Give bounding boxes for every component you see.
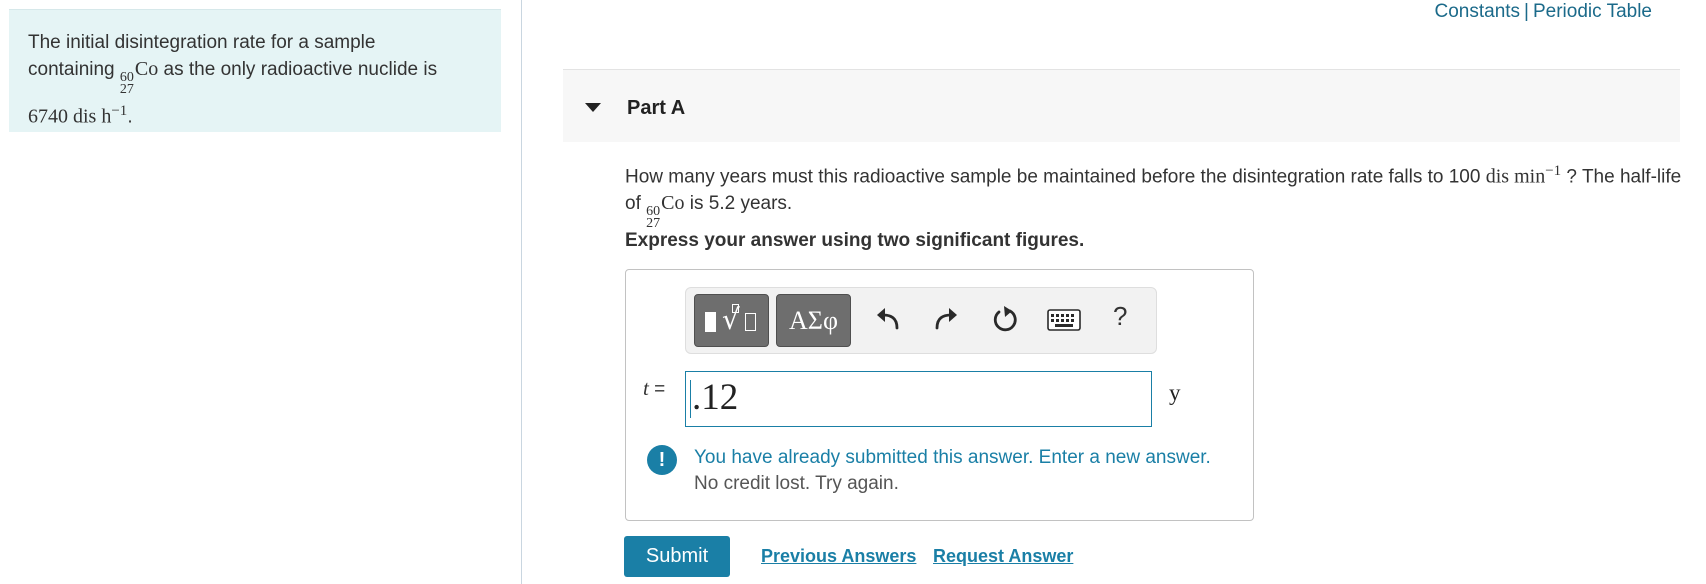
previous-answers-link[interactable]: Previous Answers: [761, 546, 916, 567]
request-answer-link[interactable]: Request Answer: [933, 546, 1073, 567]
help-icon[interactable]: ?: [1113, 301, 1127, 332]
nuclide-atomic: 27: [119, 82, 134, 97]
question-text: How many years must this radioactive sam…: [625, 158, 1695, 232]
part-title: Part A: [627, 97, 686, 119]
alert-icon: !: [647, 445, 677, 475]
rate-end: .: [127, 106, 133, 128]
column-divider: [521, 0, 522, 584]
question-text-start: How many years must this radioactive sam…: [625, 166, 1486, 188]
rate-value: 6740: [28, 105, 68, 128]
greek-symbols-button[interactable]: ΑΣφ: [776, 294, 851, 347]
intro-panel: The initial disintegration rate for a sa…: [9, 9, 501, 132]
constants-link[interactable]: Constants: [1435, 1, 1521, 22]
answer-input[interactable]: .12: [685, 371, 1152, 427]
submit-button[interactable]: Submit: [624, 536, 730, 577]
reset-icon[interactable]: [990, 304, 1020, 334]
nuclide-notation: 60 27: [119, 71, 134, 97]
nuclide-symbol: Co: [661, 192, 685, 215]
redo-icon[interactable]: [931, 304, 961, 334]
nuclide-symbol: Co: [134, 58, 159, 80]
intro-text: containing: [28, 59, 120, 80]
nuclide-atomic: 27: [646, 216, 661, 232]
instruction-text: Express your answer using two significan…: [625, 230, 1085, 251]
answer-variable-label: t =: [643, 376, 665, 401]
undo-icon[interactable]: [873, 304, 903, 334]
intro-text: as the only radioactive nuclide is: [158, 59, 438, 80]
question-unit-exponent: −1: [1545, 163, 1562, 179]
question-text-end: is 5.2 years.: [684, 193, 793, 215]
feedback-submessage: No credit lost. Try again.: [694, 473, 899, 494]
caret-down-icon[interactable]: [585, 103, 601, 112]
question-unit: dis min: [1485, 165, 1546, 188]
math-toolbar: √ ΑΣφ ?: [685, 287, 1157, 354]
intro-line-3: 6740 dis h−1.: [28, 98, 481, 130]
answer-unit: y: [1169, 380, 1181, 405]
variable-name: t: [643, 376, 649, 400]
part-a-header[interactable]: Part A: [563, 69, 1680, 142]
intro-line-1: The initial disintegration rate for a sa…: [28, 32, 376, 53]
answer-box: √ ΑΣφ ? t = .12 y ! You have already sub…: [625, 269, 1254, 521]
keyboard-icon[interactable]: [1047, 309, 1081, 331]
rate-unit: dis h: [68, 105, 112, 128]
top-links: Constants | Periodic Table: [1435, 0, 1653, 24]
answer-value: .12: [692, 377, 739, 418]
link-separator: |: [1524, 1, 1529, 22]
text-cursor: [690, 380, 691, 418]
intro-line-2: containing 60 27 Co as the only radioactiv…: [28, 56, 481, 97]
rate-exponent: −1: [111, 103, 128, 119]
feedback-message: You have already submitted this answer. …: [694, 447, 1211, 468]
templates-button[interactable]: √: [694, 294, 769, 347]
periodic-table-link[interactable]: Periodic Table: [1533, 1, 1652, 22]
equals-sign: =: [654, 379, 666, 400]
nuclide-notation: 60 27: [646, 205, 661, 232]
